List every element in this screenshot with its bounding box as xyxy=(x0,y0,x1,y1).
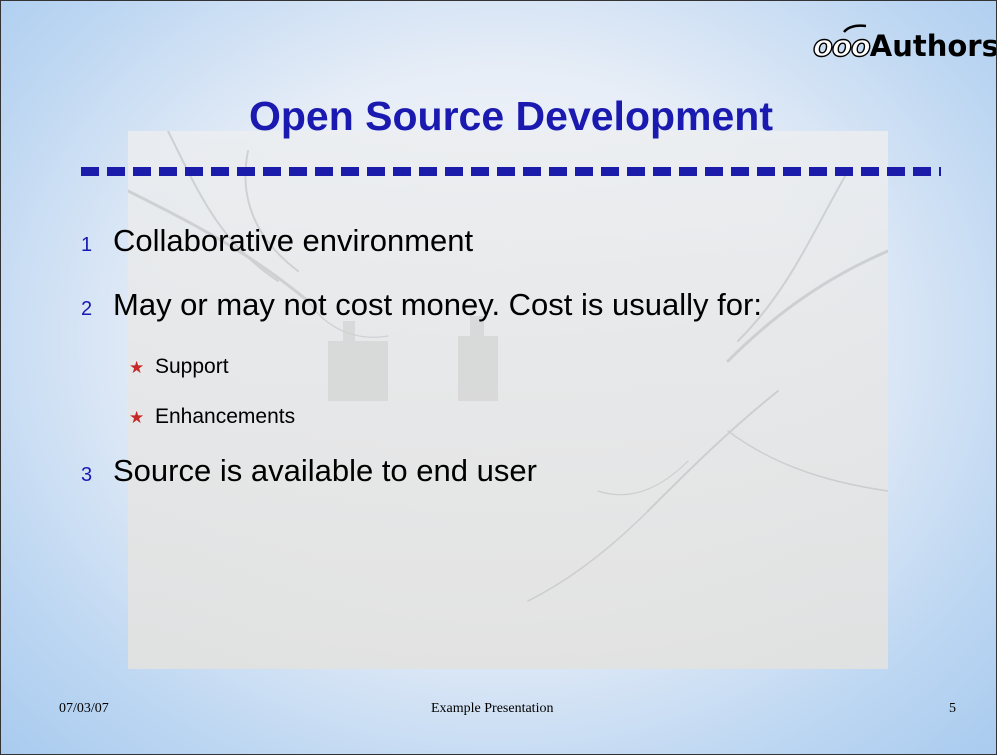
bullet-number: 1 xyxy=(81,234,93,256)
sub-bullet-text: Support xyxy=(155,355,229,378)
background-photo xyxy=(128,131,888,669)
star-bullet-icon: ★ xyxy=(129,408,145,427)
oooauthors-logo: oooAuthors xyxy=(812,23,996,69)
logo-mark-icon xyxy=(843,24,867,33)
footer-page-number: 5 xyxy=(949,701,956,716)
tree-silhouette-image xyxy=(128,131,888,602)
bullet-item: 2 May or may not cost money. Cost is usua… xyxy=(81,287,762,323)
bullet-text: Source is available to end user xyxy=(113,453,537,488)
title-dashed-rule xyxy=(81,167,941,176)
star-bullet-icon: ★ xyxy=(129,358,145,377)
logo-authors: Authors xyxy=(869,29,997,63)
bullet-text: Collaborative environment xyxy=(113,223,474,258)
slide-title: Open Source Development xyxy=(248,93,773,139)
sub-bullet-text: Enhancements xyxy=(155,405,296,428)
bullet-item: 1 Collaborative environment xyxy=(81,223,473,259)
sub-bullet-item: ★ Enhancements xyxy=(129,405,295,429)
bullet-number: 3 xyxy=(81,464,93,486)
logo-ooo: ooo xyxy=(812,28,871,63)
sub-bullet-item: ★ Support xyxy=(129,355,229,379)
bullet-item: 3 Source is available to end user xyxy=(81,453,537,489)
bullet-number: 2 xyxy=(81,298,93,320)
slide: oooAuthors Open Source Development 1 Coll… xyxy=(0,0,997,755)
footer-date: 07/03/07 xyxy=(59,701,109,716)
footer-title: Example Presentation xyxy=(431,701,554,716)
bullet-text: May or may not cost money. Cost is usual… xyxy=(113,287,762,322)
